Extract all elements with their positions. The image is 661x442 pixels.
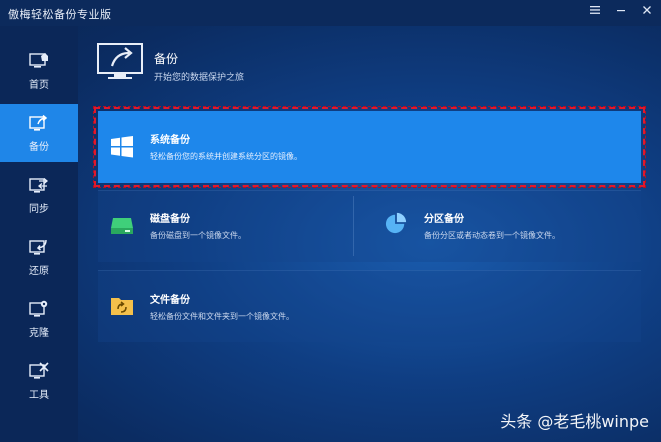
option-title: 磁盘备份 — [150, 214, 190, 225]
app-window: 傲梅轻松备份专业版 首页 备份 同步 还原 克隆 工具 备份 开始您的数据保护之… — [0, 0, 661, 442]
sidebar-item-label: 工具 — [29, 390, 49, 401]
option-desc: 备份分区或者动态卷到一个镜像文件。 — [424, 231, 560, 240]
clone-icon — [29, 300, 48, 317]
sidebar-item-sync[interactable]: 同步 — [0, 166, 78, 224]
option-title: 分区备份 — [424, 214, 464, 225]
sidebar-item-backup[interactable]: 备份 — [0, 104, 78, 162]
page-title: 备份 — [154, 52, 179, 66]
sidebar: 首页 备份 同步 还原 克隆 工具 — [0, 26, 78, 442]
sidebar-item-tools[interactable]: 工具 — [0, 352, 78, 410]
folder-icon — [111, 298, 133, 315]
option-desc: 备份磁盘到一个镜像文件。 — [150, 231, 246, 240]
minimize-icon[interactable] — [613, 4, 629, 20]
disk-backup-option[interactable]: 磁盘备份 备份磁盘到一个镜像文件。 — [98, 190, 353, 262]
watermark: 头条 @老毛桃winpe — [500, 412, 649, 431]
home-icon — [29, 53, 48, 68]
backup-icon — [29, 114, 48, 131]
sync-icon — [29, 178, 49, 193]
partition-backup-option[interactable]: 分区备份 备份分区或者动态卷到一个镜像文件。 — [354, 190, 641, 262]
partition-pie-icon — [385, 212, 407, 234]
disk-icon — [111, 218, 133, 234]
page-subtitle: 开始您的数据保护之旅 — [154, 73, 245, 83]
option-title: 文件备份 — [150, 295, 190, 306]
sidebar-item-clone[interactable]: 克隆 — [0, 290, 78, 348]
backup-monitor-icon — [97, 43, 143, 79]
tools-icon — [29, 362, 49, 379]
option-desc: 轻松备份文件和文件夹到一个镜像文件。 — [150, 312, 294, 321]
sidebar-item-home[interactable]: 首页 — [0, 42, 78, 100]
menu-icon[interactable] — [587, 4, 603, 20]
file-backup-option[interactable]: 文件备份 轻松备份文件和文件夹到一个镜像文件。 — [98, 270, 641, 342]
sidebar-item-label: 首页 — [29, 80, 49, 91]
sidebar-item-restore[interactable]: 还原 — [0, 228, 78, 286]
highlight-border — [93, 106, 646, 188]
sidebar-item-label: 克隆 — [29, 328, 49, 339]
title-bar: 傲梅轻松备份专业版 — [0, 0, 661, 26]
sidebar-item-label: 还原 — [29, 266, 49, 277]
app-title: 傲梅轻松备份专业版 — [8, 8, 112, 21]
sidebar-item-label: 同步 — [29, 204, 49, 215]
close-icon[interactable] — [639, 4, 655, 20]
restore-icon — [29, 239, 47, 255]
sidebar-item-label: 备份 — [29, 142, 49, 153]
